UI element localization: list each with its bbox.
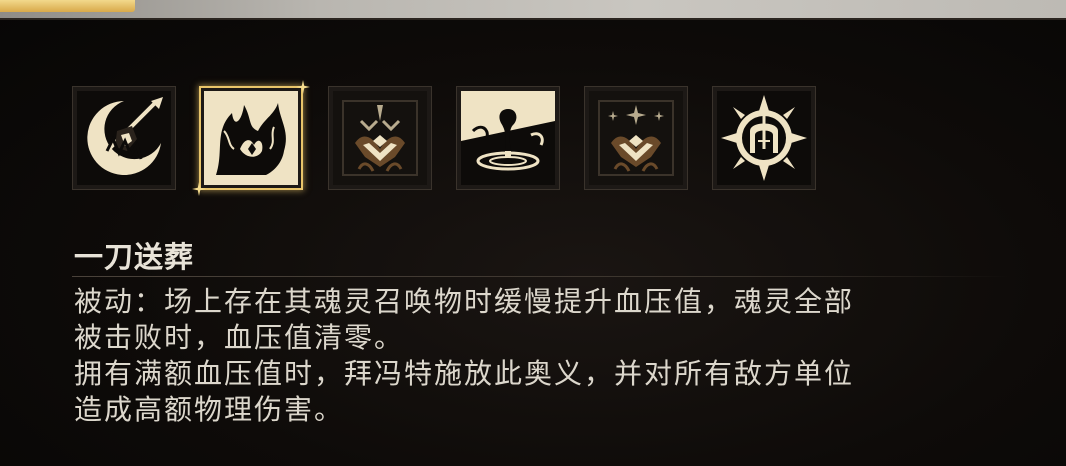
skill-slot-5[interactable] [584,86,688,190]
crescent-moon-spear-icon [77,91,171,185]
sparkle-icon [296,80,310,94]
title-divider [72,276,1012,277]
sparkle-icon [192,182,206,196]
description-line: 拥有满额血压值时，拜冯特施放此奥义，并对所有敌方单位 [74,357,855,390]
skill-slot-6[interactable] [712,86,816,190]
skill-description: 被动：场上存在其魂灵召唤物时缓慢提升血压值，魂灵全部 被击败时，血压值清零。 拥… [74,284,1014,428]
skill-slot-1[interactable] [72,86,176,190]
top-panel-edge [0,0,1066,20]
spiked-sun-gate-icon [717,91,811,185]
description-line: 被击败时，血压值清零。 [74,321,405,354]
description-line: 被动：场上存在其魂灵召唤物时缓慢提升血压值，魂灵全部 [74,285,855,318]
skill-slot-2[interactable] [192,80,310,196]
skill-slot-3[interactable] [328,86,432,190]
description-line: 造成高额物理伤害。 [74,393,345,426]
chevron-crest-icon [333,91,427,185]
skill-panel: 一刀送葬 被动：场上存在其魂灵召唤物时缓慢提升血压值，魂灵全部 被击败时，血压值… [0,0,1066,466]
flaming-spirit-icon [204,91,298,185]
top-gold-tab[interactable] [0,0,135,12]
chevron-crest-sparkle-icon [589,91,683,185]
skill-title: 一刀送葬 [74,240,195,274]
splash-drop-icon [461,91,555,185]
skill-slot-4[interactable] [456,86,560,190]
skill-icon-row [72,80,832,196]
